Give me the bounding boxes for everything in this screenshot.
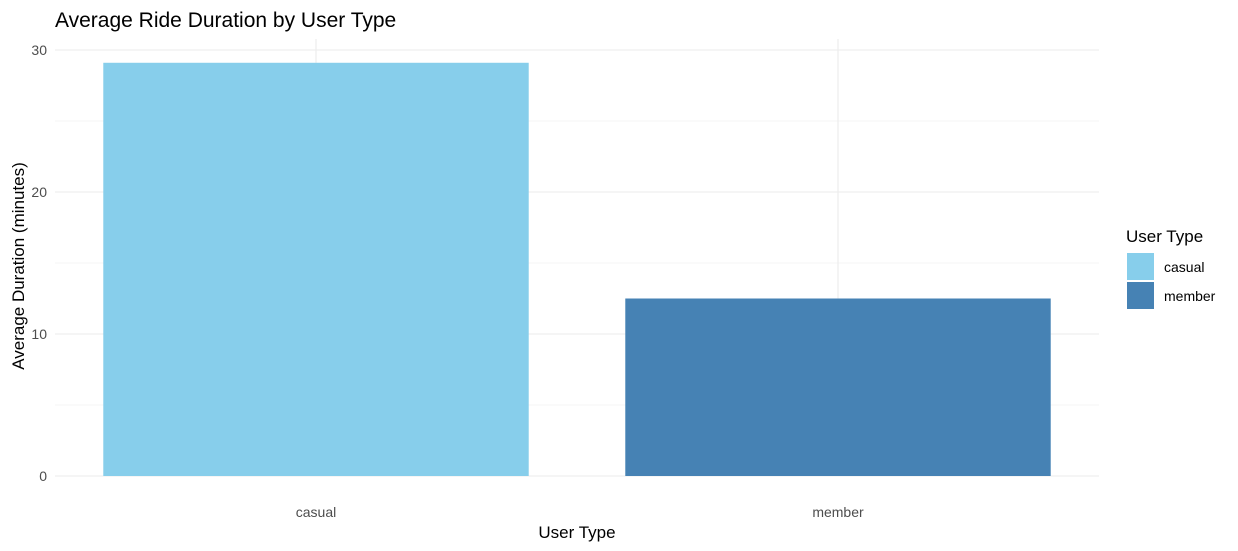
y-tick-label: 0 [39,468,47,484]
bar-chart: 0 10 20 30 casual member Average Ride Durati… [0,0,1238,551]
x-tick-label: member [812,504,864,520]
y-tick-label: 30 [31,42,47,58]
x-axis-ticks: casual member [296,504,864,520]
legend: User Type casual member [1126,227,1216,309]
legend-label-member: member [1164,288,1216,304]
y-tick-label: 20 [31,184,47,200]
bar-member [625,298,1051,476]
chart-title: Average Ride Duration by User Type [55,9,396,32]
legend-label-casual: casual [1164,259,1204,275]
y-axis-ticks: 0 10 20 30 [31,42,47,484]
bar-casual [103,62,529,476]
bars [103,62,1051,476]
legend-title: User Type [1126,227,1203,246]
y-tick-label: 10 [31,326,47,342]
chart-canvas: 0 10 20 30 casual member Average Ride Durati… [9,9,1216,542]
x-tick-label: casual [296,504,336,520]
y-axis-title: Average Duration (minutes) [9,162,28,370]
x-axis-title: User Type [538,523,615,542]
legend-swatch-casual [1127,253,1154,280]
legend-swatch-member [1127,282,1154,309]
